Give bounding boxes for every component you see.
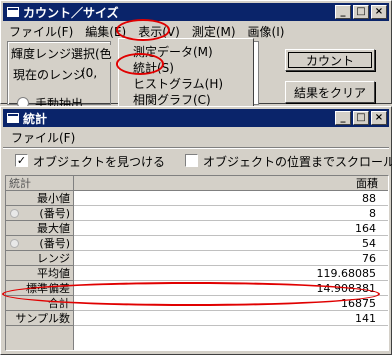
table-row[interactable]: 平均値 119.68085 [6,266,388,281]
title-bar[interactable]: カウント／サイズ _ □ × [3,3,389,21]
table-row[interactable]: 合計 16875 [6,296,388,311]
table-row[interactable]: 最小値 88 [6,191,388,206]
row-label-range: レンジ [6,251,74,266]
table-header-label: 統計 [6,176,74,191]
row-value-range: 76 [74,251,388,266]
current-range-label: 現在のレンジ [13,68,86,82]
row-value-max-number: 54 [74,236,388,251]
row-label-std-dev: 標準偏差 [6,281,74,296]
row-value-max: 164 [74,221,388,236]
table-row[interactable]: サンプル数 141 [6,311,388,326]
scroll-to-object-label: オブジェクトの位置までスクロール [203,155,392,169]
menu-file[interactable]: ファイル(F) [3,23,79,40]
divider [3,147,389,149]
close-button[interactable]: × [371,5,387,19]
row-header-filler [6,326,74,350]
menu-image[interactable]: 画像(I) [242,23,291,40]
row-value-sample-count: 141 [74,311,388,326]
menu-view[interactable]: 表示(V) [132,23,186,40]
row-label-min: 最小値 [6,191,74,206]
maximize-button[interactable]: □ [353,111,369,125]
scroll-to-object-checkbox[interactable] [185,154,198,167]
statistics-window: 統計 _ □ × ファイル(F) ✓ オブジェクトを見つける オブジェクトの位置… [0,106,392,355]
statistics-table: 統計 面積 最小値 88 (番号) 8 最大値 164 (番号) 54 レンジ … [5,175,389,351]
row-label-max-number: (番号) [6,236,74,251]
row-label-sum: 合計 [6,296,74,311]
window-title: カウント／サイズ [23,5,119,20]
find-objects-checkbox[interactable]: ✓ [15,154,28,167]
table-row[interactable]: (番号) 8 [6,206,388,221]
row-label-sample-count: サンプル数 [6,311,74,326]
menu-item-statistics[interactable]: 統計(S) [133,59,174,76]
table-row[interactable]: (番号) 54 [6,236,388,251]
object-marker-icon [10,209,19,218]
stats-menu-bar: ファイル(F) [3,128,389,146]
menu-measure[interactable]: 測定(M) [186,23,242,40]
object-marker-icon [10,239,19,248]
row-label-mean: 平均値 [6,266,74,281]
menu-edit[interactable]: 編集(E) [79,23,132,40]
row-value-sum: 16875 [74,296,388,311]
window-icon [7,7,19,17]
row-value-min: 88 [74,191,388,206]
table-row[interactable]: 最大値 164 [6,221,388,236]
minimize-button[interactable]: _ [335,111,351,125]
count-button[interactable]: カウント [285,49,375,71]
column-header-area[interactable]: 面積 [74,176,388,191]
row-value-std-dev: 14.908381 [74,281,388,296]
menu-item-measurement-data[interactable]: 測定データ(M) [133,43,213,60]
window-icon [7,113,19,123]
stats-window-title: 統計 [23,111,48,126]
row-value-mean: 119.68085 [74,266,388,281]
current-range-value: (0, [81,66,98,80]
find-objects-label: オブジェクトを見つける [33,155,166,169]
minimize-button[interactable]: _ [335,5,351,19]
clear-results-button[interactable]: 結果をクリア [285,81,375,103]
row-label-min-number: (番号) [6,206,74,221]
table-header-row: 統計 面積 [6,176,388,191]
row-label-max: 最大値 [6,221,74,236]
menu-file[interactable]: ファイル(F) [3,129,81,146]
stats-title-bar[interactable]: 統計 _ □ × [3,109,389,127]
view-dropdown-menu: 測定データ(M) 統計(S) ヒストグラム(H) 相関グラフ(C) [118,38,254,108]
table-row[interactable]: 標準偏差 14.908381 [6,281,388,296]
close-button[interactable]: × [371,111,387,125]
row-value-min-number: 8 [74,206,388,221]
maximize-button[interactable]: □ [353,5,369,19]
table-row[interactable]: レンジ 76 [6,251,388,266]
menu-item-histogram[interactable]: ヒストグラム(H) [133,75,223,92]
range-group-label: 輝度レンジ選択(色 [11,45,112,62]
